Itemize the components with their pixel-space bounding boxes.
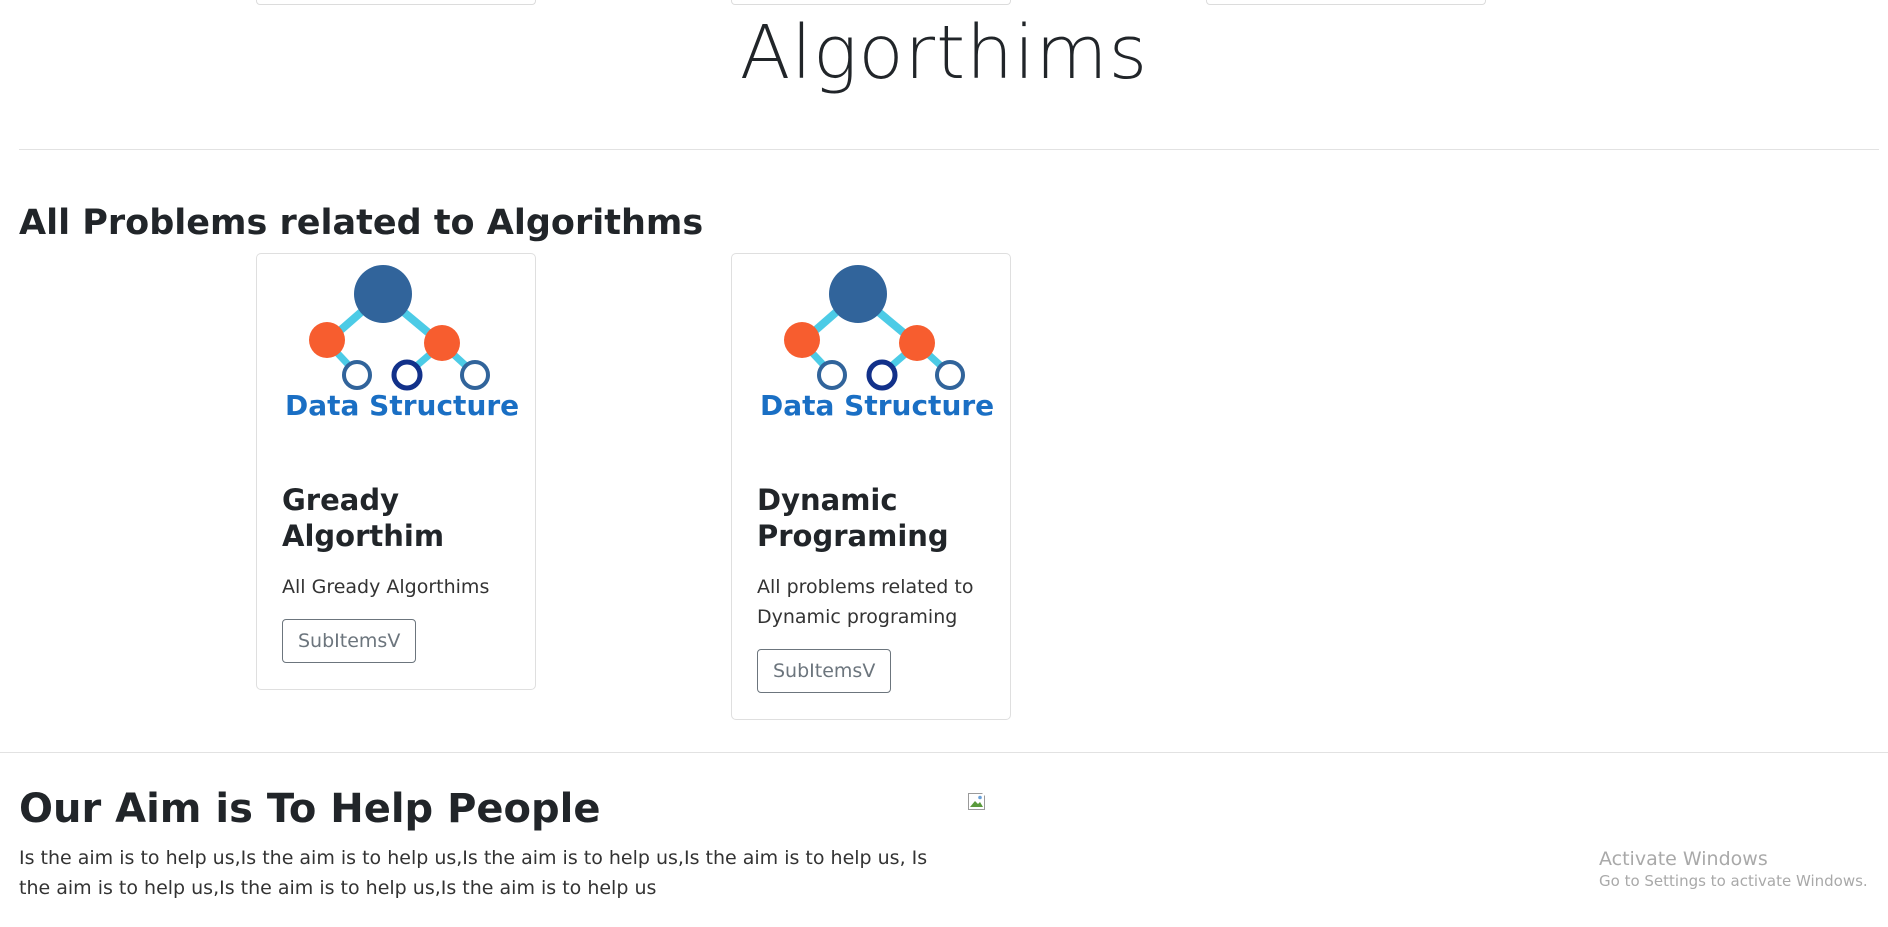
page-title: Algorthims: [739, 10, 1149, 96]
card-dynamic-programing: Data Structure Dynamic Programing All pr…: [731, 253, 1011, 720]
subitems-button[interactable]: SubItemsV: [282, 619, 417, 663]
section-heading: All Problems related to Algorithms: [19, 203, 704, 243]
card-title: Dynamic Programing: [757, 483, 949, 553]
card-image: Data Structure: [732, 254, 1010, 458]
card-text: All Gready Algorthims: [282, 576, 490, 598]
card-edge-stub: [1206, 0, 1486, 5]
aim-heading: Our Aim is To Help People: [19, 786, 601, 832]
broken-image-icon: [967, 792, 988, 812]
windows-activation-title: Activate Windows: [1599, 848, 1768, 870]
divider: [0, 752, 1888, 753]
aim-text: Is the aim is to help us,Is the aim is t…: [19, 847, 928, 899]
card-text: All problems related to Dynamic programi…: [757, 576, 974, 628]
image-caption: Data Structure: [285, 389, 520, 422]
image-caption: Data Structure: [760, 389, 995, 422]
card-image: Data Structure: [257, 254, 535, 458]
card-edge-stub: [256, 0, 536, 5]
subitems-button[interactable]: SubItemsV: [757, 649, 892, 693]
card-edge-stub: [731, 0, 1011, 5]
card-title: Gready Algorthim: [282, 483, 445, 553]
divider: [19, 149, 1879, 150]
card-gready-algorithm: Data Structure Gready Algorthim All Grea…: [256, 253, 536, 690]
windows-activation-subtitle: Go to Settings to activate Windows.: [1599, 872, 1868, 890]
